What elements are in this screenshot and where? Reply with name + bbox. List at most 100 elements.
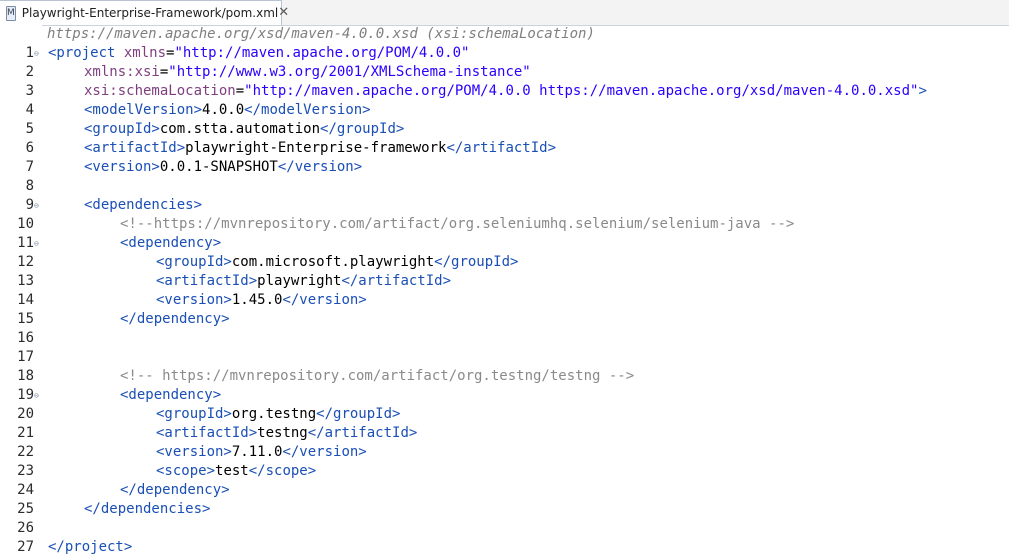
code-line[interactable]: <!-- https://mvnrepository.com/artifact/… bbox=[120, 367, 634, 386]
code-token: xmlns:xsi bbox=[84, 64, 160, 80]
tab-title: Playwright-Enterprise-Framework/pom.xml bbox=[21, 6, 279, 20]
line-number: 26 bbox=[17, 520, 34, 536]
line-number: 6 bbox=[25, 140, 34, 156]
code-line[interactable]: </project> bbox=[48, 538, 132, 557]
code-token: <version> bbox=[156, 292, 232, 308]
line-number: 1 bbox=[25, 45, 34, 61]
code-token: <artifactId> bbox=[156, 425, 258, 441]
code-token: <scope> bbox=[156, 463, 216, 479]
code-area[interactable]: <project xmlns="http://maven.apache.org/… bbox=[42, 25, 1009, 557]
line-number: 23 bbox=[17, 463, 34, 479]
code-token: = bbox=[235, 83, 245, 99]
code-token: </dependency> bbox=[120, 311, 230, 327]
code-line[interactable]: <dependency> bbox=[120, 234, 221, 253]
code-token: <dependency> bbox=[120, 387, 222, 403]
code-token: 4.0.0 bbox=[202, 102, 245, 118]
code-token: </modelVersion> bbox=[244, 102, 371, 118]
code-line[interactable]: <artifactId>playwright-Enterprise-framew… bbox=[84, 139, 556, 158]
code-token: </artifactId> bbox=[446, 140, 557, 156]
code-line[interactable]: <groupId>com.microsoft.playwright</group… bbox=[156, 253, 518, 272]
code-line[interactable]: xmlns:xsi="http://www.w3.org/2001/XMLSch… bbox=[84, 63, 531, 82]
code-token: </version> bbox=[282, 292, 367, 308]
code-token: <dependencies> bbox=[84, 197, 203, 213]
code-token: "http://maven.apache.org/POM/4.0.0" bbox=[174, 45, 470, 61]
code-token: <project bbox=[48, 45, 124, 61]
line-number: 2 bbox=[25, 64, 34, 80]
code-line[interactable]: <dependencies> bbox=[84, 196, 202, 215]
code-token: playwright bbox=[257, 273, 342, 289]
line-number: 25 bbox=[17, 501, 34, 517]
code-line[interactable]: <groupId>org.testng</groupId> bbox=[156, 405, 400, 424]
code-token: org.testng bbox=[231, 406, 317, 422]
code-token: <artifactId> bbox=[156, 273, 258, 289]
code-token: xmlns bbox=[123, 45, 167, 61]
code-token: "http://maven.apache.org/POM/4.0.0 https… bbox=[244, 83, 919, 99]
code-token: </dependency> bbox=[120, 482, 230, 498]
code-line[interactable]: <artifactId>playwright</artifactId> bbox=[156, 272, 451, 291]
code-token: </version> bbox=[282, 444, 367, 460]
code-line[interactable]: <version>0.0.1-SNAPSHOT</version> bbox=[84, 158, 362, 177]
editor-tab-bar: M Playwright-Enterprise-Framework/pom.xm… bbox=[0, 0, 1009, 26]
line-number: 13 bbox=[17, 273, 34, 289]
line-number: 7 bbox=[25, 159, 34, 175]
code-line[interactable]: </dependency> bbox=[120, 310, 230, 329]
code-token: <artifactId> bbox=[84, 140, 186, 156]
line-number: 11 bbox=[17, 235, 34, 251]
code-token: playwright-Enterprise-framework bbox=[185, 140, 447, 156]
code-token: </groupId> bbox=[434, 254, 519, 270]
code-token: <version> bbox=[84, 159, 160, 175]
code-token: <groupId> bbox=[156, 406, 232, 422]
line-number: 15 bbox=[17, 311, 34, 327]
line-number: 3 bbox=[25, 83, 34, 99]
line-number-gutter: 1 ⊖ 2 3 4 5 6 7 8 9 ⊖ 10 11 ⊖ 12 13 14 15 16 17 18 19 ⊖ 20 21 22 2… bbox=[0, 25, 42, 557]
code-line[interactable]: xsi:schemaLocation="http://maven.apache.… bbox=[84, 82, 927, 101]
line-number: 24 bbox=[17, 482, 34, 498]
code-line[interactable]: </dependencies> bbox=[84, 500, 210, 519]
code-token: xsi:schemaLocation bbox=[84, 83, 236, 99]
code-token: > bbox=[918, 83, 927, 99]
code-line[interactable]: <!--https://mvnrepository.com/artifact/o… bbox=[120, 215, 794, 234]
code-token: <groupId> bbox=[84, 121, 160, 137]
line-number: 5 bbox=[25, 121, 34, 137]
code-token: <groupId> bbox=[156, 254, 232, 270]
code-line[interactable]: <dependency> bbox=[120, 386, 221, 405]
code-token: com.microsoft.playwright bbox=[231, 254, 435, 270]
line-number: 9 bbox=[25, 197, 34, 213]
line-number: 10 bbox=[17, 216, 34, 232]
code-token: </artifactId> bbox=[307, 425, 418, 441]
code-token: </dependencies> bbox=[84, 501, 211, 517]
code-token: testng bbox=[257, 425, 308, 441]
code-token: <!-- https://mvnrepository.com/artifact/… bbox=[120, 368, 635, 384]
line-number: 19 bbox=[17, 387, 34, 403]
line-number: 17 bbox=[17, 349, 34, 365]
tab-pom-xml[interactable]: M Playwright-Enterprise-Framework/pom.xm… bbox=[0, 0, 289, 25]
code-line[interactable]: <modelVersion>4.0.0</modelVersion> bbox=[84, 101, 371, 120]
close-icon[interactable]: ✕ bbox=[278, 5, 289, 21]
code-token: "http://www.w3.org/2001/XMLSchema-instan… bbox=[168, 64, 531, 80]
code-token: <dependency> bbox=[120, 235, 222, 251]
code-token: </groupId> bbox=[316, 406, 401, 422]
code-token: </artifactId> bbox=[341, 273, 452, 289]
xml-editor[interactable]: https://maven.apache.org/xsd/maven-4.0.0… bbox=[0, 25, 1009, 557]
code-token: </groupId> bbox=[320, 121, 405, 137]
maven-file-icon: M bbox=[6, 5, 16, 21]
code-token: </scope> bbox=[248, 463, 317, 479]
code-line[interactable]: <version>7.11.0</version> bbox=[156, 443, 367, 462]
code-token: <version> bbox=[156, 444, 232, 460]
line-number: 21 bbox=[17, 425, 34, 441]
code-token: 0.0.1-SNAPSHOT bbox=[159, 159, 278, 175]
line-number: 16 bbox=[17, 330, 34, 346]
line-number: 8 bbox=[25, 178, 34, 194]
code-token: 1.45.0 bbox=[231, 292, 283, 308]
code-line[interactable]: <artifactId>testng</artifactId> bbox=[156, 424, 417, 443]
code-line[interactable]: <version>1.45.0</version> bbox=[156, 291, 367, 310]
line-number: 18 bbox=[17, 368, 34, 384]
code-line[interactable]: </dependency> bbox=[120, 481, 230, 500]
code-token: test bbox=[215, 463, 249, 479]
code-token: com.stta.automation bbox=[159, 121, 321, 137]
line-number: 27 bbox=[17, 539, 34, 555]
code-line[interactable]: <project xmlns="http://maven.apache.org/… bbox=[48, 44, 469, 63]
code-line[interactable]: <groupId>com.stta.automation</groupId> bbox=[84, 120, 404, 139]
code-token: <modelVersion> bbox=[84, 102, 203, 118]
code-line[interactable]: <scope>test</scope> bbox=[156, 462, 316, 481]
